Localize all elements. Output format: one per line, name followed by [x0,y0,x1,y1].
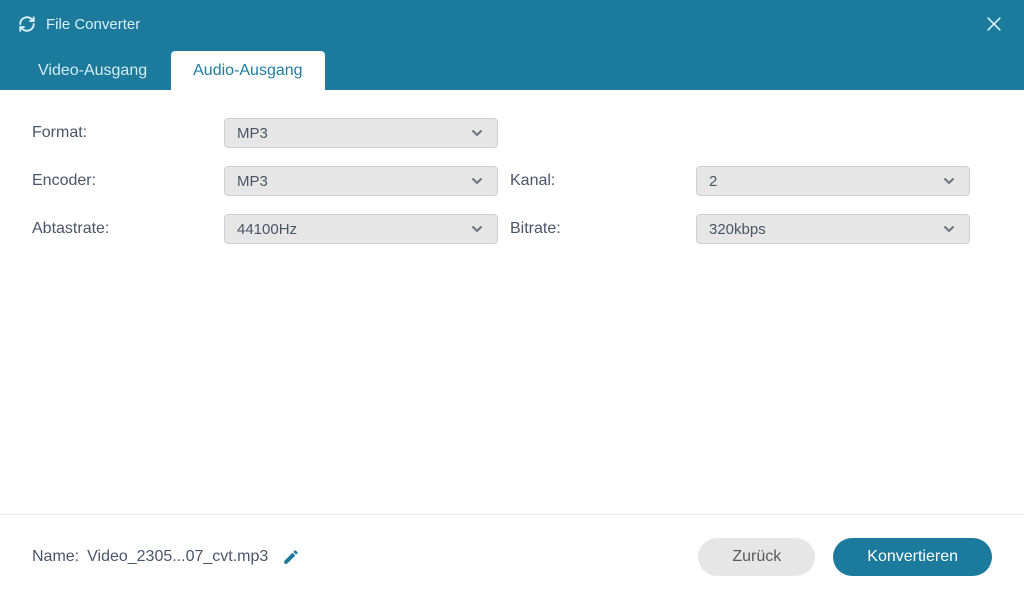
select-format-value: MP3 [237,125,268,142]
select-samplerate-value: 44100Hz [237,221,297,238]
convert-button[interactable]: Konvertieren [833,538,992,576]
select-encoder-value: MP3 [237,173,268,190]
row-format: Format: MP3 [32,118,992,148]
label-bitrate: Bitrate: [498,220,696,238]
chevron-down-icon [941,173,957,189]
row-samplerate: Abtastrate: 44100Hz Bitrate: 320kbps [32,214,992,244]
edit-icon[interactable] [282,548,300,566]
tab-audio-output[interactable]: Audio-Ausgang [171,51,324,90]
label-name: Name: [32,548,79,566]
output-filename: Video_2305...07_cvt.mp3 [87,548,268,566]
settings-panel: Format: MP3 Encoder: MP3 Kanal: 2 Abtast… [0,90,1024,244]
chevron-down-icon [469,221,485,237]
label-channel: Kanal: [498,172,696,190]
select-encoder[interactable]: MP3 [224,166,498,196]
footer: Name: Video_2305...07_cvt.mp3 Zurück Kon… [0,514,1024,599]
tab-video-output[interactable]: Video-Ausgang [16,51,169,90]
select-samplerate[interactable]: 44100Hz [224,214,498,244]
label-encoder: Encoder: [32,172,224,190]
label-samplerate: Abtastrate: [32,220,224,238]
select-bitrate[interactable]: 320kbps [696,214,970,244]
select-format[interactable]: MP3 [224,118,498,148]
chevron-down-icon [469,125,485,141]
titlebar: File Converter [0,0,1024,48]
label-format: Format: [32,124,224,142]
chevron-down-icon [469,173,485,189]
select-channel-value: 2 [709,173,717,190]
tabs: Video-Ausgang Audio-Ausgang [0,48,1024,90]
output-name-row: Name: Video_2305...07_cvt.mp3 [32,548,698,566]
refresh-icon [18,15,36,33]
select-bitrate-value: 320kbps [709,221,766,238]
chevron-down-icon [941,221,957,237]
back-button[interactable]: Zurück [698,538,815,576]
close-icon[interactable] [984,14,1004,34]
app-title: File Converter [46,16,140,33]
row-encoder: Encoder: MP3 Kanal: 2 [32,166,992,196]
select-channel[interactable]: 2 [696,166,970,196]
